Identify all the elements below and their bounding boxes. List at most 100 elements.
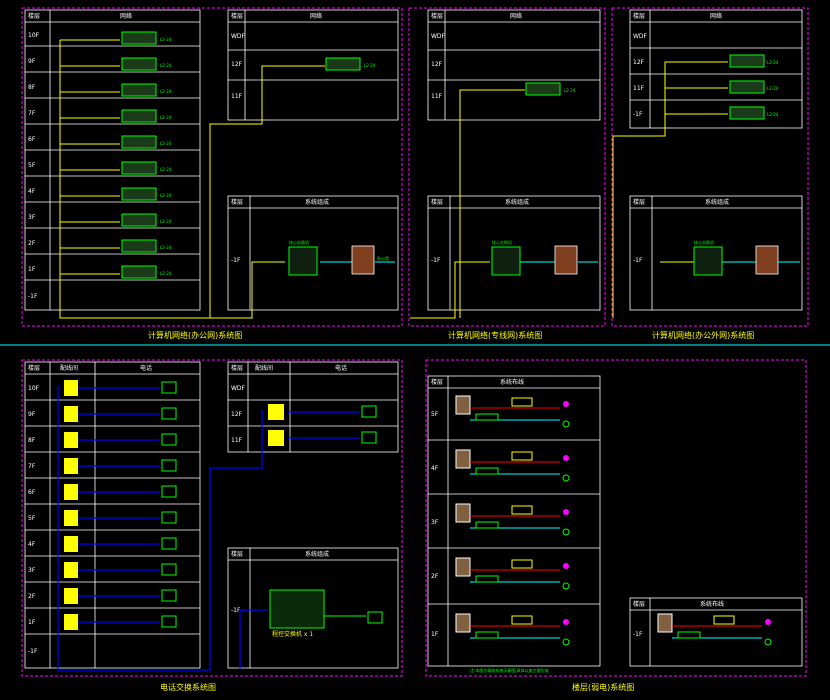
floor-diagram	[455, 449, 570, 482]
patch-panel-icon	[64, 406, 78, 422]
switch-icon	[729, 106, 765, 120]
core-switch-label: 核心交换机	[492, 239, 512, 245]
p1-network-header: 网络	[120, 12, 132, 20]
floor-label: 4F	[28, 541, 36, 548]
device-icon	[713, 615, 735, 625]
device-icon	[475, 631, 499, 639]
panel-frame-net-private	[408, 7, 606, 327]
caption-net-external: 计算机网络(办公外网)系统图	[652, 330, 754, 340]
switch-label: L2-24	[160, 219, 172, 224]
p2-network-header: 网络	[510, 12, 522, 20]
p1b-floor-header: 楼层	[231, 12, 243, 20]
p1-switches	[121, 31, 361, 279]
patch-panel-icon	[268, 404, 284, 420]
floor-label: 9F	[28, 58, 36, 65]
patch-panel-icon	[64, 510, 78, 526]
p3b-floor-header: 楼层	[633, 198, 645, 206]
core-switch-label: 核心交换机	[289, 239, 309, 245]
p3b-system-header: 系统组成	[705, 198, 729, 206]
floor-label: 5F	[28, 162, 36, 169]
firewall-icon	[351, 245, 375, 275]
patch-panel-icon	[64, 588, 78, 604]
floor-label: 2F	[431, 573, 439, 580]
switch-icon	[121, 265, 157, 279]
caption-extra: 楼层(弱电)系统图	[572, 682, 634, 692]
p4-patch-panels	[64, 380, 284, 630]
panel-frame-extra	[425, 359, 807, 677]
floor-label: 1F	[28, 619, 36, 626]
floor-label: -1F	[633, 257, 643, 264]
patch-panel-icon	[64, 536, 78, 552]
terminal-icon	[562, 420, 570, 428]
p4c-system-header: 系统组成	[305, 550, 329, 558]
p4-floor-labels: 10F 9F 8F 7F 6F 5F 4F 3F 2F 1F -1F WDF 1…	[28, 385, 246, 655]
p4c-floor-header: 楼层	[231, 550, 243, 558]
terminal-icon	[562, 638, 570, 646]
switch-label: L2-24	[767, 112, 779, 117]
floor-label: 2F	[28, 240, 36, 247]
phone-icon	[161, 407, 177, 420]
p4b-floor-header: 楼层	[231, 364, 243, 372]
phone-icon	[161, 433, 177, 446]
firewall-label: 防火墙	[377, 255, 389, 261]
switch-label: L2-24	[160, 63, 172, 68]
switch-label: L2-24	[160, 89, 172, 94]
terminal-icon	[765, 619, 771, 625]
floor-diagram	[455, 503, 570, 536]
note-text: 注:本图为弱电系统示意图,具体以施工图为准	[470, 667, 549, 673]
core-switch-icon	[491, 246, 521, 276]
switch-icon	[121, 161, 157, 175]
switch-icon	[121, 187, 157, 201]
floor-label: 12F	[231, 61, 243, 68]
device-icon	[511, 505, 533, 515]
floor-label: -1F	[633, 631, 643, 638]
floor-label: 9F	[28, 411, 36, 418]
firewall-icon	[554, 245, 578, 275]
floor-diagram	[455, 395, 570, 428]
floor-label: WDF	[231, 33, 246, 40]
device-icon	[511, 451, 533, 461]
device-icon	[475, 575, 499, 583]
switch-label: L2-24	[364, 63, 376, 68]
switch-icon	[121, 31, 157, 45]
p5b-layout-header: 系统布线	[700, 600, 724, 608]
panel-frame-net-external	[611, 7, 809, 327]
p5-floor-header: 楼层	[431, 378, 443, 386]
switch-label: L2-24	[160, 141, 172, 146]
p2b-floor-header: 楼层	[431, 198, 443, 206]
floor-label: 3F	[28, 567, 36, 574]
floor-label: 5F	[431, 411, 439, 418]
floor-label: 4F	[431, 465, 439, 472]
panel-net-office	[24, 9, 399, 311]
switch-label: L2-24	[160, 245, 172, 250]
terminal-icon	[563, 563, 569, 569]
floor-label: 11F	[231, 93, 243, 100]
p1b-network-header: 网络	[310, 12, 322, 20]
switch-label: L2-24	[160, 115, 172, 120]
p4-wiring-header: 配线间	[60, 364, 78, 372]
p3-network-header: 网络	[710, 12, 722, 20]
phone-icon	[361, 431, 377, 444]
p3-floor-header: 楼层	[633, 12, 645, 20]
switch-icon	[525, 82, 561, 96]
phone-icon	[161, 563, 177, 576]
floor-label: 1F	[28, 266, 36, 273]
floor-label: WDF	[231, 385, 246, 392]
floor-label: 1F	[431, 631, 439, 638]
phone-icon	[161, 511, 177, 524]
caption-phone: 电话交换系统图	[160, 682, 216, 692]
floor-label: 6F	[28, 489, 36, 496]
switch-icon	[729, 80, 765, 94]
floor-label: WDF	[431, 33, 446, 40]
phone-icon	[161, 459, 177, 472]
patch-panel-icon	[64, 458, 78, 474]
floor-diagram	[455, 613, 570, 646]
switch-label: L2-24	[160, 271, 172, 276]
p3-switches	[729, 54, 765, 120]
phone-icon	[161, 485, 177, 498]
terminal-icon	[563, 619, 569, 625]
floor-label: 8F	[28, 84, 36, 91]
rack-icon	[455, 503, 471, 523]
core-switch-icon	[288, 246, 318, 276]
switch-label: L2-24	[160, 193, 172, 198]
